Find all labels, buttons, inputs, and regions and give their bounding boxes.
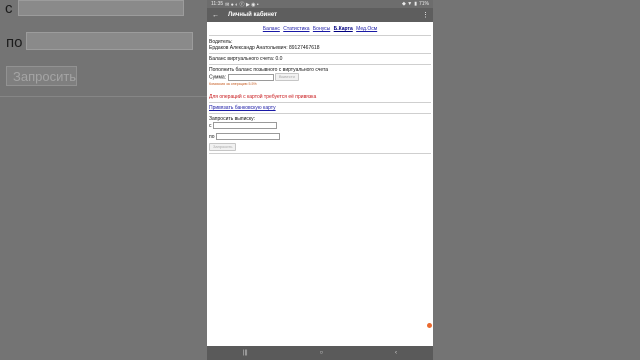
tab-bonuses[interactable]: Бонусы (313, 26, 330, 32)
card-warning: Для операций с картой требуется её привя… (209, 94, 317, 100)
bg-from-input (18, 0, 184, 16)
floating-action-button[interactable] (427, 323, 432, 328)
battery-level: 71% (418, 1, 429, 7)
home-icon[interactable]: ○ (320, 350, 324, 356)
app-bar: ← Личный кабинет ⋮ (207, 8, 433, 22)
bg-to-input (26, 32, 193, 50)
amount-label: Сумма: (209, 74, 227, 81)
bg-request-button: Запросить (6, 66, 77, 86)
tab-balance[interactable]: Баланс (263, 26, 280, 32)
back-nav-icon[interactable]: ‹ (395, 350, 397, 356)
statement-from-label: с (209, 122, 212, 129)
main-content: Баланс Статистика Бонусы Б.Карта Мед.Осм… (207, 22, 433, 154)
tab-medical[interactable]: Мед.Осм (356, 26, 377, 32)
virtual-balance: Баланс виртуального счета: 0.0 (209, 56, 431, 62)
battery-icon: ▮ (414, 1, 417, 7)
request-statement-button[interactable]: Запросить (209, 143, 237, 151)
withdraw-button[interactable]: Вывести (274, 73, 299, 81)
statement-from-input[interactable] (212, 122, 277, 129)
driver-value: Ердаков Александр Анатольевич: 891274676… (209, 45, 320, 51)
virtual-balance-label: Баланс виртуального счета: (209, 56, 275, 62)
bg-divider (0, 96, 207, 97)
topup-row: Сумма: Вывести (209, 73, 431, 81)
divider (209, 64, 431, 65)
more-vert-icon[interactable]: ⋮ (422, 11, 429, 19)
divider (209, 102, 431, 103)
bg-to-label: по (6, 34, 23, 51)
statement-button-row: Запросить (209, 143, 431, 151)
signal-icon: ◆ ▼ (402, 1, 413, 7)
link-card-link[interactable]: Привязать банковскую карту (209, 105, 431, 111)
divider (209, 113, 431, 114)
tab-bank-card[interactable]: Б.Карта (334, 26, 353, 32)
tab-statistics[interactable]: Статистика (283, 26, 309, 32)
amount-input[interactable] (227, 73, 274, 81)
page-title: Личный кабинет (228, 12, 278, 18)
arrow-left-icon[interactable]: ← (212, 12, 224, 19)
system-nav-bar: ||| ○ ‹ (207, 346, 433, 360)
statement-to-input[interactable] (215, 133, 280, 140)
statement-from-row: с (209, 122, 431, 129)
virtual-balance-value: 0.0 (275, 56, 283, 62)
divider (209, 153, 431, 154)
recent-apps-icon[interactable]: ||| (243, 350, 248, 356)
tab-bar: Баланс Статистика Бонусы Б.Карта Мед.Осм (209, 24, 431, 36)
statement-to-label: по (209, 133, 215, 140)
bg-from-label: с (5, 0, 13, 17)
divider (209, 53, 431, 54)
status-bar: 11:35 ✉ ● ◐ ⓕ ▶ ◉ • ◆ ▼ ▮ 71% (207, 0, 433, 8)
statement-to-row: по (209, 133, 431, 140)
phone-screen: 11:35 ✉ ● ◐ ⓕ ▶ ◉ • ◆ ▼ ▮ 71% ← Личный к… (207, 0, 433, 360)
notification-icons: ✉ ● ◐ ⓕ ▶ ◉ • (225, 1, 259, 8)
status-time: 11:35 (211, 1, 224, 7)
